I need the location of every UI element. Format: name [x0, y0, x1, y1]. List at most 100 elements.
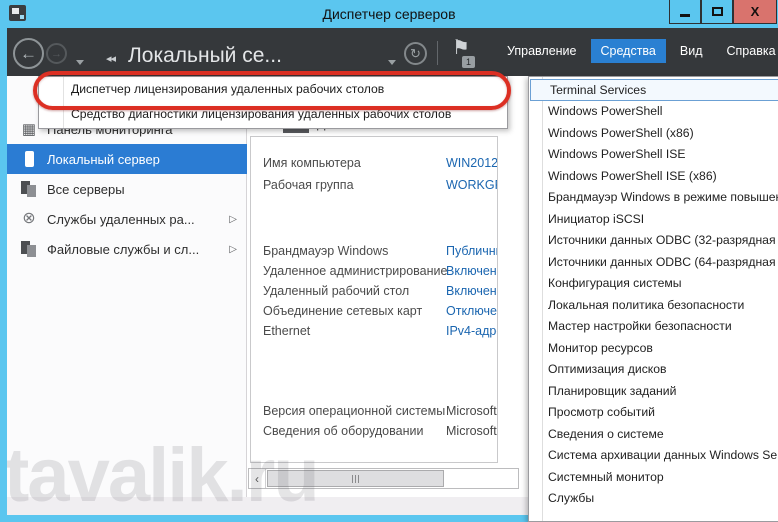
- minimize-icon: [680, 14, 690, 17]
- forward-icon: →: [51, 48, 62, 60]
- property-label: Удаленный рабочий стол: [263, 284, 409, 298]
- refresh-button[interactable]: ↻: [404, 42, 427, 65]
- property-value-link[interactable]: Отключено: [446, 304, 498, 318]
- navigation-bar: ← → ◂◂ Локальный се... ↻ ⚑ 1 Управление …: [0, 28, 778, 76]
- tools-item-terminal-services[interactable]: Terminal Services: [530, 79, 778, 101]
- property-label: Ethernet: [263, 324, 310, 338]
- tools-item[interactable]: Системный монитор: [529, 467, 778, 489]
- terminal-services-submenu: Диспетчер лицензирования удаленных рабоч…: [38, 76, 508, 129]
- tools-item[interactable]: Локальная политика безопасности: [529, 295, 778, 317]
- sidebar-item-local-server[interactable]: Локальный сервер: [7, 144, 247, 174]
- tools-item[interactable]: Инициатор iSCSI: [529, 209, 778, 231]
- collapse-breadcrumb-icon[interactable]: ◂◂: [106, 52, 115, 65]
- property-value-link[interactable]: WORKGROUP: [446, 178, 498, 192]
- tools-dropdown-menu: Terminal Services Windows PowerShell Win…: [528, 76, 778, 522]
- dashboard-grid-icon: ▦: [19, 119, 39, 139]
- tools-item[interactable]: Сведения о системе: [529, 424, 778, 446]
- scroll-left-button[interactable]: ‹: [249, 469, 266, 488]
- forward-button[interactable]: →: [46, 43, 67, 64]
- back-button[interactable]: ←: [13, 38, 44, 69]
- notifications-badge: 1: [462, 56, 475, 68]
- menu-bar: Управление Средства Вид Справка: [497, 39, 778, 63]
- tools-item[interactable]: Конфигурация системы: [529, 273, 778, 295]
- history-caret-icon[interactable]: [76, 60, 84, 65]
- tools-item[interactable]: Источники данных ODBC (32-разрядная верс…: [529, 230, 778, 252]
- menu-gutter: [63, 77, 64, 128]
- server-icon: [19, 149, 39, 169]
- close-button[interactable]: X: [733, 0, 777, 24]
- refresh-icon: ↻: [410, 46, 421, 62]
- sidebar-item-label: Локальный сервер: [47, 152, 247, 167]
- maximize-icon: [712, 7, 723, 16]
- tools-item[interactable]: Источники данных ODBC (64-разрядная верс…: [529, 252, 778, 274]
- horizontal-scrollbar[interactable]: ‹: [248, 468, 519, 489]
- back-icon: ←: [20, 44, 37, 64]
- property-row: Ethernet IPv4-адрес, назначенный по DHCP: [251, 324, 497, 344]
- maximize-button[interactable]: [701, 0, 733, 24]
- property-label: Рабочая группа: [263, 178, 354, 192]
- menu-manage[interactable]: Управление: [497, 39, 587, 63]
- tools-item[interactable]: Windows PowerShell ISE (x86): [529, 166, 778, 188]
- property-value: Microsoft Corporation: [446, 424, 498, 438]
- scroll-left-icon: ‹: [255, 472, 259, 486]
- window-controls: X: [669, 0, 777, 24]
- property-label: Брандмауэр Windows: [263, 244, 388, 258]
- property-row: Рабочая группа WORKGROUP: [251, 178, 497, 198]
- servers-icon: [19, 179, 39, 199]
- property-label: Объединение сетевых карт: [263, 304, 422, 318]
- tools-item[interactable]: Windows PowerShell ISE: [529, 144, 778, 166]
- property-label: Имя компьютера: [263, 156, 361, 170]
- menu-tools[interactable]: Средства: [591, 39, 666, 63]
- sidebar-item-label: Службы удаленных ра...: [47, 212, 229, 227]
- scrollbar-thumb[interactable]: [267, 470, 444, 487]
- window-title: Диспетчер серверов: [0, 0, 778, 28]
- tools-item[interactable]: Монитор ресурсов: [529, 338, 778, 360]
- properties-card: Имя компьютера WIN2012 Рабочая группа WO…: [250, 136, 498, 463]
- sidebar-item-remote-desktop-services[interactable]: ⊗ Службы удаленных ра... ▷: [7, 204, 247, 234]
- expand-icon[interactable]: ▷: [229, 214, 237, 225]
- tools-item[interactable]: Мастер настройки безопасности: [529, 316, 778, 338]
- window-frame-left: [0, 28, 7, 522]
- sidebar-item-all-servers[interactable]: Все серверы: [7, 174, 247, 204]
- navbar-separator: [437, 41, 438, 65]
- tools-item[interactable]: Службы: [529, 488, 778, 510]
- property-row: Имя компьютера WIN2012: [251, 156, 497, 176]
- property-row: Версия операционной системы Microsoft Wi…: [251, 404, 497, 424]
- property-row: Удаленный рабочий стол Включено: [251, 284, 497, 304]
- property-value-link[interactable]: Публичный: Включено: [446, 244, 498, 258]
- submenu-item-rd-licensing-manager[interactable]: Диспетчер лицензирования удаленных рабоч…: [39, 77, 507, 102]
- submenu-item-rd-licensing-diagnoser[interactable]: Средство диагностики лицензирования удал…: [39, 102, 507, 127]
- tools-item[interactable]: Оптимизация дисков: [529, 359, 778, 381]
- breadcrumb[interactable]: Локальный се...: [128, 44, 282, 68]
- property-label: Удаленное администрирование: [263, 264, 447, 278]
- properties-pane: Для WIN2012 Имя компьютера WIN2012 Рабоч…: [247, 76, 528, 497]
- property-label: Версия операционной системы: [263, 404, 445, 418]
- tools-item[interactable]: Windows PowerShell (x86): [529, 123, 778, 145]
- property-value: Microsoft Windows Server 2012: [446, 404, 498, 418]
- property-label: Сведения об оборудовании: [263, 424, 423, 438]
- notifications-flag-button[interactable]: ⚑: [452, 38, 470, 58]
- tools-item[interactable]: Просмотр событий: [529, 402, 778, 424]
- sidebar-nav: ▦ Панель мониторинга Локальный сервер Вс…: [7, 76, 247, 497]
- property-value-link[interactable]: Включено: [446, 264, 498, 278]
- close-icon: X: [751, 4, 760, 19]
- tools-item[interactable]: Планировщик заданий: [529, 381, 778, 403]
- sidebar-item-label: Все серверы: [47, 182, 247, 197]
- remote-desktop-services-icon: ⊗: [19, 209, 39, 229]
- breadcrumb-caret-icon[interactable]: [388, 60, 396, 65]
- menu-view[interactable]: Вид: [670, 39, 713, 63]
- server-manager-window: Диспетчер серверов X ← → ◂◂ Локальный се…: [0, 0, 778, 522]
- minimize-button[interactable]: [669, 0, 701, 24]
- property-row: Брандмауэр Windows Публичный: Включено: [251, 244, 497, 264]
- tools-item[interactable]: Система архивации данных Windows Server: [529, 445, 778, 467]
- tools-item[interactable]: Windows PowerShell: [529, 101, 778, 123]
- file-services-icon: [19, 239, 39, 259]
- menu-help[interactable]: Справка: [717, 39, 778, 63]
- tools-item[interactable]: Брандмауэр Windows в режиме повышенной б…: [529, 187, 778, 209]
- property-row: Объединение сетевых карт Отключено: [251, 304, 497, 324]
- property-value-link[interactable]: IPv4-адрес, назначенный по DHCP: [446, 324, 498, 338]
- property-value-link[interactable]: Включено: [446, 284, 498, 298]
- expand-icon[interactable]: ▷: [229, 244, 237, 255]
- property-value-link[interactable]: WIN2012: [446, 156, 498, 170]
- sidebar-item-file-services[interactable]: Файловые службы и сл... ▷: [7, 234, 247, 264]
